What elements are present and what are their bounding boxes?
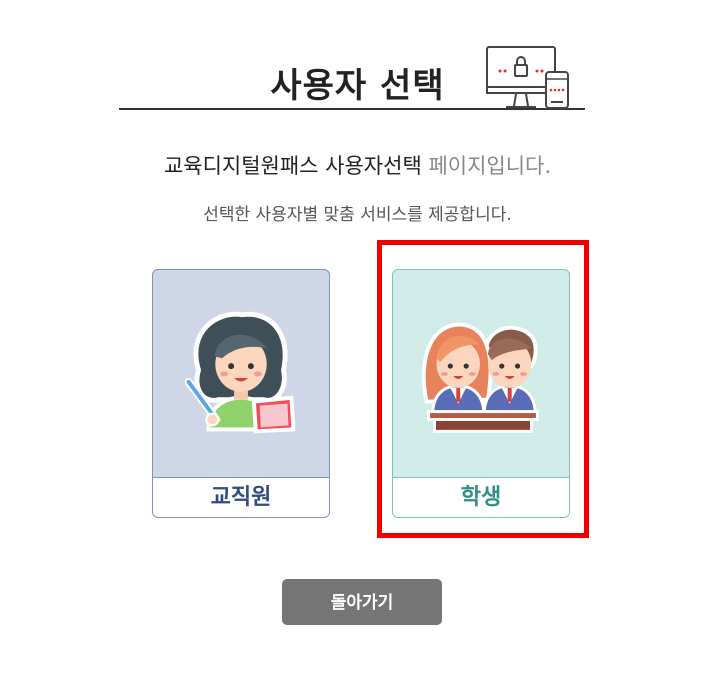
staff-card[interactable]: 교직원 [152, 269, 330, 518]
intro-text: 교육디지털원패스 사용자선택 페이지입니다. [0, 150, 715, 180]
teacher-icon [184, 311, 296, 434]
back-button[interactable]: 돌아가기 [282, 579, 442, 625]
intro-text-main: 교육디지털원패스 사용자선택 [163, 154, 429, 178]
staff-card-label: 교직원 [153, 477, 329, 517]
intro-subtitle: 선택한 사용자별 맞춤 서비스를 제공합니다. [203, 205, 512, 225]
page-title: 사용자 선택 [270, 66, 445, 106]
intro-text-muted: 페이지입니다. [428, 154, 552, 178]
selection-highlight [377, 240, 589, 538]
secure-devices-icon [486, 46, 569, 109]
